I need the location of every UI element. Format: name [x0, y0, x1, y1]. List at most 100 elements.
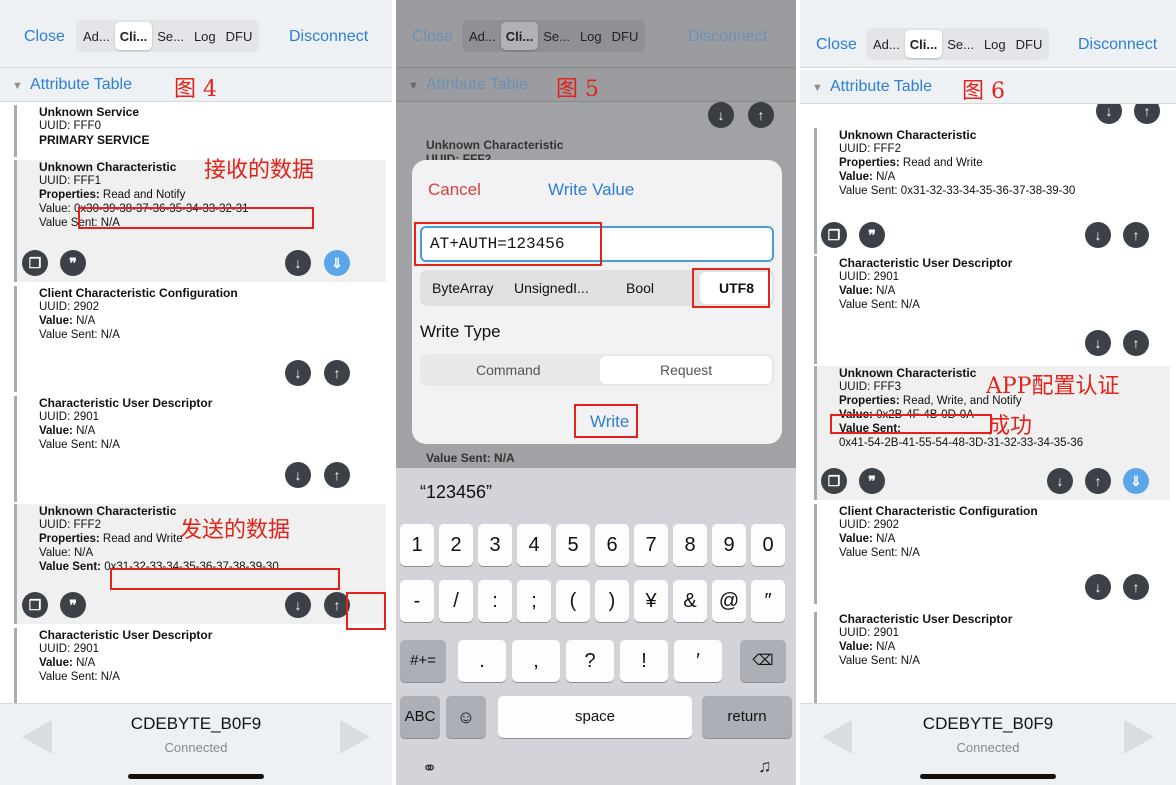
key-quote[interactable]: ″	[751, 580, 785, 622]
key-0[interactable]: 0	[751, 524, 785, 566]
emoji-icon[interactable]: ☺	[446, 696, 486, 738]
key-colon[interactable]: :	[478, 580, 512, 622]
key-7[interactable]: 7	[634, 524, 668, 566]
notify-icon[interactable]: ⇓	[324, 250, 350, 276]
tab-client[interactable]: Cli...	[114, 22, 153, 50]
attribute-table-header[interactable]: ▼ Attribute Table 图 6	[800, 70, 1176, 104]
char-actions: ❐ ❞ ↓ ↑	[17, 592, 386, 622]
quote-icon[interactable]: ❞	[60, 592, 86, 618]
collapse-triangle-icon: ▼	[12, 80, 23, 92]
arrow-down-icon[interactable]: ↓	[1085, 330, 1111, 356]
key-3[interactable]: 3	[478, 524, 512, 566]
disconnect-button[interactable]: Disconnect	[688, 28, 767, 46]
quote-icon[interactable]: ❞	[859, 468, 885, 494]
tab-advertisement[interactable]: Ad...	[78, 22, 115, 50]
disconnect-button[interactable]: Disconnect	[1078, 36, 1157, 54]
tab-server[interactable]: Se...	[538, 22, 575, 50]
key-return[interactable]: return	[702, 696, 792, 738]
close-button[interactable]: Close	[24, 28, 65, 46]
quote-icon[interactable]: ❞	[859, 222, 885, 248]
close-button[interactable]: Close	[816, 36, 857, 54]
key-8[interactable]: 8	[673, 524, 707, 566]
value-text: N/A	[872, 171, 896, 183]
arrow-down-icon[interactable]: ↓	[1096, 104, 1122, 124]
key-open-paren[interactable]: (	[556, 580, 590, 622]
microphone-icon[interactable]: ♫	[758, 756, 772, 777]
suggestion[interactable]: “123456”	[420, 482, 492, 503]
tab-dfu[interactable]: DFU	[1011, 30, 1048, 58]
type-bool[interactable]: Bool	[626, 280, 654, 296]
key-slash[interactable]: /	[439, 580, 473, 622]
tab-dfu[interactable]: DFU	[607, 22, 644, 50]
copy-icon[interactable]: ❐	[821, 222, 847, 248]
arrow-down-icon[interactable]: ↓	[285, 592, 311, 618]
globe-icon[interactable]: ⚭	[422, 758, 437, 779]
next-arrow-icon[interactable]	[1124, 720, 1154, 754]
copy-icon[interactable]: ❐	[22, 592, 48, 618]
key-4[interactable]: 4	[517, 524, 551, 566]
arrow-down-icon[interactable]: ↓	[285, 250, 311, 276]
attribute-table-header[interactable]: ▼ Attribute Table 图 5	[396, 68, 796, 102]
descriptor-entry-2901: Characteristic User Descriptor UUID: 290…	[814, 256, 1170, 364]
quote-icon[interactable]: ❞	[60, 250, 86, 276]
tab-client[interactable]: Cli...	[500, 22, 539, 50]
tab-advertisement[interactable]: Ad...	[868, 30, 905, 58]
tab-server[interactable]: Se...	[942, 30, 979, 58]
arrow-up-icon[interactable]: ↑	[324, 462, 350, 488]
tab-dfu[interactable]: DFU	[221, 22, 258, 50]
key-yen[interactable]: ¥	[634, 580, 668, 622]
key-period[interactable]: .	[458, 640, 506, 682]
key-1[interactable]: 1	[400, 524, 434, 566]
key-symbols[interactable]: #+=	[400, 640, 446, 682]
notify-icon[interactable]: ⇓	[1123, 468, 1149, 494]
copy-icon[interactable]: ❐	[821, 468, 847, 494]
key-comma[interactable]: ,	[512, 640, 560, 682]
tab-log[interactable]: Log	[979, 30, 1011, 58]
tab-advertisement[interactable]: Ad...	[464, 22, 501, 50]
key-close-paren[interactable]: )	[595, 580, 629, 622]
arrow-down-icon[interactable]: ↓	[1085, 574, 1111, 600]
key-2[interactable]: 2	[439, 524, 473, 566]
arrow-up-icon[interactable]: ↑	[1123, 574, 1149, 600]
arrow-up-icon[interactable]: ↑	[1123, 222, 1149, 248]
arrow-up-icon[interactable]: ↑	[1123, 330, 1149, 356]
tab-client[interactable]: Cli...	[904, 30, 943, 58]
key-5[interactable]: 5	[556, 524, 590, 566]
key-semicolon[interactable]: ;	[517, 580, 551, 622]
close-button[interactable]: Close	[412, 28, 453, 46]
received-data-note: 接收的数据	[204, 158, 315, 183]
key-space[interactable]: space	[498, 696, 692, 738]
tab-log[interactable]: Log	[189, 22, 221, 50]
home-indicator[interactable]	[920, 774, 1056, 779]
attribute-table-header[interactable]: ▼ Attribute Table 图 4	[0, 68, 392, 102]
arrow-down-icon[interactable]: ↓	[1085, 222, 1111, 248]
arrow-up-icon[interactable]: ↑	[324, 360, 350, 386]
key-abc[interactable]: ABC	[400, 696, 440, 738]
arrow-down-icon[interactable]: ↓	[285, 462, 311, 488]
cancel-button[interactable]: Cancel	[428, 180, 481, 200]
write-type-label: Write Type	[420, 322, 501, 341]
key-apostrophe[interactable]: ′	[674, 640, 722, 682]
key-question[interactable]: ?	[566, 640, 614, 682]
copy-icon[interactable]: ❐	[22, 250, 48, 276]
disconnect-button[interactable]: Disconnect	[289, 28, 368, 46]
tab-server[interactable]: Se...	[152, 22, 189, 50]
mode-command[interactable]: Command	[476, 362, 541, 378]
next-arrow-icon[interactable]	[340, 720, 370, 754]
backspace-icon[interactable]: ⌫	[740, 640, 786, 682]
arrow-up-icon[interactable]: ↑	[1085, 468, 1111, 494]
arrow-up-icon[interactable]: ↑	[1134, 104, 1160, 124]
key-9[interactable]: 9	[712, 524, 746, 566]
arrow-down-icon[interactable]: ↓	[285, 360, 311, 386]
type-bytearray[interactable]: ByteArray	[432, 280, 493, 296]
mode-request[interactable]: Request	[660, 362, 712, 378]
key-ampersand[interactable]: &	[673, 580, 707, 622]
key-at[interactable]: @	[712, 580, 746, 622]
key-hyphen[interactable]: -	[400, 580, 434, 622]
key-exclamation[interactable]: !	[620, 640, 668, 682]
home-indicator[interactable]	[128, 774, 264, 779]
type-unsigned[interactable]: UnsignedI...	[514, 280, 589, 296]
tab-log[interactable]: Log	[575, 22, 607, 50]
arrow-down-icon[interactable]: ↓	[1047, 468, 1073, 494]
key-6[interactable]: 6	[595, 524, 629, 566]
